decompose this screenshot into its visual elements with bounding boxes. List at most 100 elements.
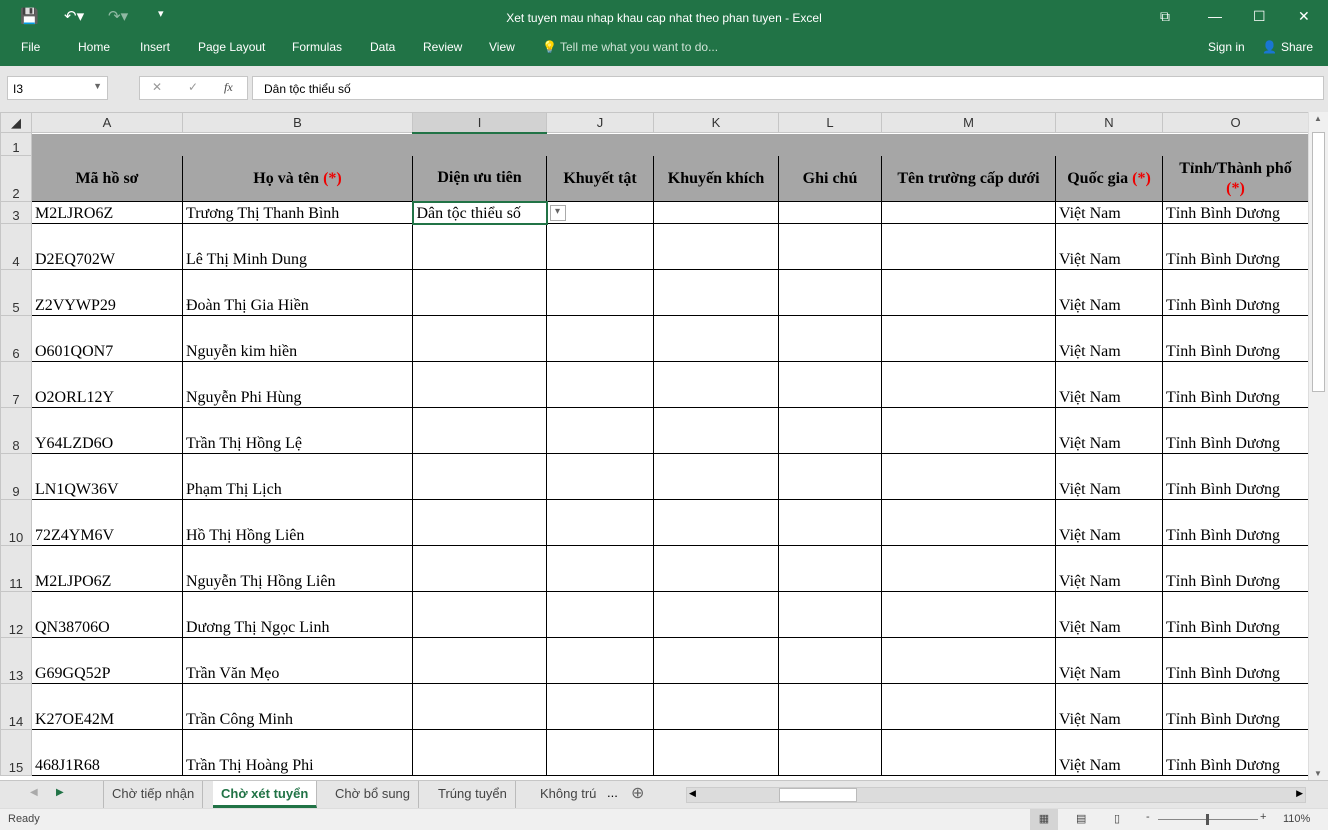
- cell-tinh-thanh-pho[interactable]: Tỉnh Bình Dương: [1162, 637, 1309, 684]
- scrollbar-thumb[interactable]: [1312, 132, 1325, 392]
- cell-tinh-thanh-pho[interactable]: Tỉnh Bình Dương: [1162, 315, 1309, 362]
- cell-quoc-gia[interactable]: Việt Nam: [1055, 453, 1163, 500]
- cell-ten-truong[interactable]: [881, 545, 1056, 592]
- cell-ghi-chu[interactable]: [778, 499, 882, 546]
- cell-tinh-thanh-pho[interactable]: Tỉnh Bình Dương: [1162, 223, 1309, 270]
- cell[interactable]: [31, 132, 1309, 156]
- row-header[interactable]: 4: [0, 223, 32, 270]
- cell-dien-uu-tien[interactable]: [412, 407, 547, 454]
- cell-tinh-thanh-pho[interactable]: Tỉnh Bình Dương: [1162, 729, 1309, 776]
- cell-khuyet-tat[interactable]: [546, 591, 654, 638]
- scroll-right-icon[interactable]: ▶: [1296, 788, 1303, 799]
- cell-ho-va-ten[interactable]: Hồ Thị Hồng Liên: [182, 499, 413, 546]
- cell-quoc-gia[interactable]: Việt Nam: [1055, 499, 1163, 546]
- cell-ten-truong[interactable]: [881, 729, 1056, 776]
- share-icon[interactable]: 👤: [1262, 40, 1277, 54]
- cell-dien-uu-tien[interactable]: [412, 499, 547, 546]
- sheet-tab[interactable]: Chờ bổ sung: [327, 781, 420, 808]
- cell-ho-va-ten[interactable]: Trương Thị Thanh Bình: [182, 201, 413, 224]
- cell-quoc-gia[interactable]: Việt Nam: [1055, 591, 1163, 638]
- cell-ma-ho-so[interactable]: QN38706O: [31, 591, 183, 638]
- cell-dien-uu-tien[interactable]: [412, 591, 547, 638]
- cell-tinh-thanh-pho[interactable]: Tỉnh Bình Dương: [1162, 407, 1309, 454]
- column-header[interactable]: O: [1162, 112, 1309, 133]
- dropdown-button[interactable]: ▾: [549, 204, 566, 221]
- zoom-slider[interactable]: [1158, 814, 1258, 825]
- sheet-tab[interactable]: Trúng tuyển: [430, 781, 516, 808]
- cell-ghi-chu[interactable]: [778, 683, 882, 730]
- cell-ho-va-ten[interactable]: Nguyễn Phi Hùng: [182, 361, 413, 408]
- cell-ma-ho-so[interactable]: D2EQ702W: [31, 223, 183, 270]
- cell-ghi-chu[interactable]: [778, 545, 882, 592]
- cell-ten-truong[interactable]: [881, 223, 1056, 270]
- column-header[interactable]: L: [778, 112, 882, 133]
- cell-khuyen-khich[interactable]: [653, 201, 779, 224]
- chevron-down-icon[interactable]: ▼: [93, 81, 102, 91]
- page-layout-view-icon[interactable]: ▤: [1076, 812, 1086, 825]
- cell-tinh-thanh-pho[interactable]: Tỉnh Bình Dương: [1162, 453, 1309, 500]
- header-dien-uu-tien[interactable]: Diện ưu tiên: [412, 155, 547, 202]
- cell-ho-va-ten[interactable]: Trần Thị Hoàng Phi: [182, 729, 413, 776]
- row-header[interactable]: 15: [0, 729, 32, 776]
- scroll-up-icon[interactable]: ▲: [1314, 114, 1322, 123]
- cell-tinh-thanh-pho[interactable]: Tỉnh Bình Dương: [1162, 361, 1309, 408]
- cell-ma-ho-so[interactable]: K27OE42M: [31, 683, 183, 730]
- cell-khuyet-tat[interactable]: [546, 407, 654, 454]
- cell-ho-va-ten[interactable]: Trần Văn Mẹo: [182, 637, 413, 684]
- cell-dien-uu-tien[interactable]: [412, 453, 547, 500]
- row-header[interactable]: 9: [0, 453, 32, 500]
- more-sheets[interactable]: ...: [607, 785, 618, 800]
- cell-ghi-chu[interactable]: [778, 591, 882, 638]
- share-button[interactable]: Share: [1281, 40, 1313, 54]
- cell-khuyen-khich[interactable]: [653, 683, 779, 730]
- cell-khuyen-khich[interactable]: [653, 499, 779, 546]
- cell-ten-truong[interactable]: [881, 201, 1056, 224]
- cell-khuyen-khich[interactable]: [653, 591, 779, 638]
- cell-tinh-thanh-pho[interactable]: Tỉnh Bình Dương: [1162, 499, 1309, 546]
- cell-ma-ho-so[interactable]: G69GQ52P: [31, 637, 183, 684]
- cell-ghi-chu[interactable]: [778, 637, 882, 684]
- column-header[interactable]: B: [182, 112, 413, 133]
- column-header[interactable]: M: [881, 112, 1056, 133]
- cell-quoc-gia[interactable]: Việt Nam: [1055, 545, 1163, 592]
- cell-khuyet-tat[interactable]: [546, 315, 654, 362]
- cell-khuyet-tat[interactable]: [546, 637, 654, 684]
- cell-ho-va-ten[interactable]: Phạm Thị Lịch: [182, 453, 413, 500]
- cell-ho-va-ten[interactable]: Lê Thị Minh Dung: [182, 223, 413, 270]
- sheet-tab[interactable]: Không trú: [532, 781, 604, 808]
- cell-ma-ho-so[interactable]: Y64LZD6O: [31, 407, 183, 454]
- cell-ten-truong[interactable]: [881, 269, 1056, 316]
- cell-ten-truong[interactable]: [881, 453, 1056, 500]
- row-header[interactable]: 8: [0, 407, 32, 454]
- close-icon[interactable]: ✕: [1298, 8, 1310, 25]
- header-khuyen-khich[interactable]: Khuyến khích: [653, 155, 779, 202]
- cell-ghi-chu[interactable]: [778, 269, 882, 316]
- zoom-out-button[interactable]: -: [1146, 811, 1150, 823]
- cell-khuyen-khich[interactable]: [653, 361, 779, 408]
- cell-ghi-chu[interactable]: [778, 223, 882, 270]
- cell-ten-truong[interactable]: [881, 407, 1056, 454]
- cell-ten-truong[interactable]: [881, 499, 1056, 546]
- zoom-slider-thumb[interactable]: [1206, 814, 1209, 825]
- tell-me-input[interactable]: Tell me what you want to do...: [560, 40, 718, 54]
- cell-ma-ho-so[interactable]: O601QON7: [31, 315, 183, 362]
- cell-khuyet-tat[interactable]: [546, 545, 654, 592]
- cell-khuyet-tat[interactable]: [546, 223, 654, 270]
- cell-quoc-gia[interactable]: Việt Nam: [1055, 637, 1163, 684]
- column-header[interactable]: A: [31, 112, 183, 133]
- insert-function-icon[interactable]: fx: [224, 80, 233, 95]
- cell-dien-uu-tien[interactable]: [412, 269, 547, 316]
- maximize-icon[interactable]: ☐: [1253, 8, 1266, 25]
- scroll-left-icon[interactable]: ◀: [689, 788, 696, 799]
- row-header[interactable]: 12: [0, 591, 32, 638]
- zoom-level[interactable]: 110%: [1283, 813, 1310, 825]
- tab-formulas[interactable]: Formulas: [292, 40, 342, 54]
- cell-ten-truong[interactable]: [881, 683, 1056, 730]
- cell-quoc-gia[interactable]: Việt Nam: [1055, 201, 1163, 224]
- cell-khuyet-tat[interactable]: [546, 729, 654, 776]
- cell-tinh-thanh-pho[interactable]: Tỉnh Bình Dương: [1162, 683, 1309, 730]
- tab-data[interactable]: Data: [370, 40, 395, 54]
- header-tinh-thanh-pho[interactable]: Tỉnh/Thành phố (*): [1162, 155, 1309, 202]
- horizontal-scrollbar[interactable]: ◀ ▶: [686, 787, 1306, 803]
- name-box[interactable]: I3 ▼: [7, 76, 108, 100]
